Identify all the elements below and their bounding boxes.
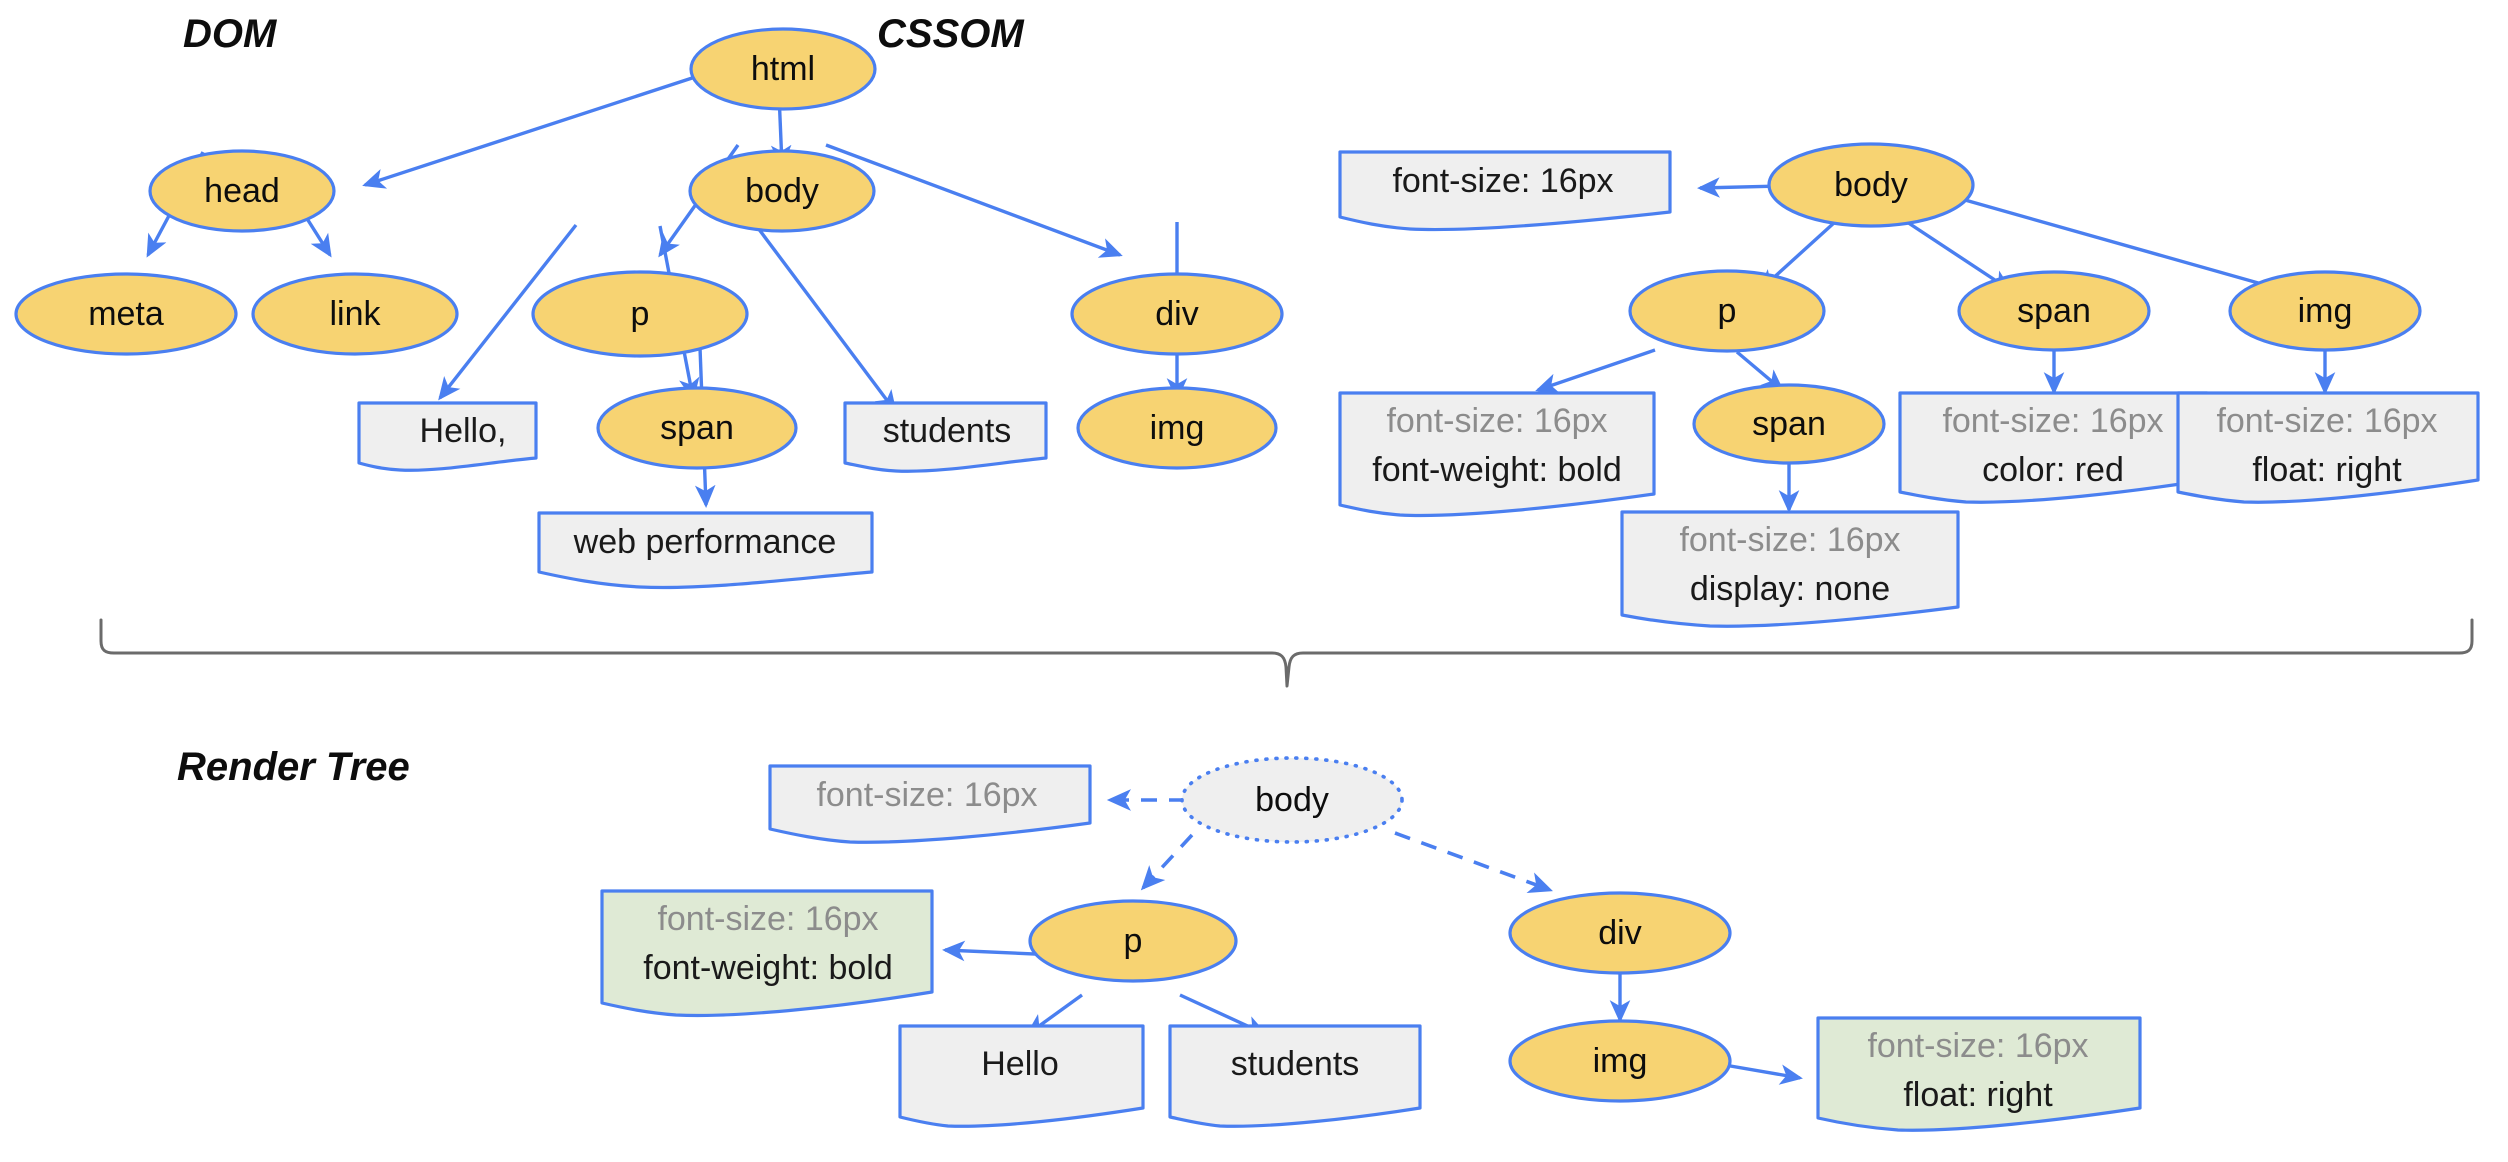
text-node-label: web performance: [573, 523, 837, 561]
render-rule-box-p[interactable]: font-size: 16px font-weight: bold: [600, 889, 934, 1018]
cssom-rule-box-span-child-of-p[interactable]: font-size: 16px display: none: [1620, 510, 1960, 628]
rule-inherited-line: font-size: 16px: [657, 900, 878, 938]
node-label: body: [1255, 781, 1329, 819]
node-label: span: [2017, 292, 2091, 330]
dom-node-body[interactable]: body: [688, 149, 876, 233]
rule-inherited-line: font-size: 16px: [816, 776, 1037, 814]
dom-node-meta[interactable]: meta: [14, 272, 238, 356]
cssom-node-span-child-of-p[interactable]: span: [1692, 383, 1886, 465]
node-label: p: [631, 295, 650, 333]
node-label: img: [1593, 1042, 1648, 1080]
cssom-section-title: CSSOM: [877, 12, 1025, 56]
rule-inherited-line: font-size: 16px: [1867, 1027, 2088, 1065]
rule-inherited-line: font-size: 16px: [1942, 402, 2163, 440]
node-label: img: [2298, 292, 2353, 330]
dom-node-div[interactable]: div: [1070, 272, 1284, 356]
node-label: body: [745, 172, 819, 210]
dom-node-head[interactable]: head: [148, 149, 336, 233]
node-label: body: [1834, 166, 1908, 204]
text-node-label: students: [1231, 1045, 1360, 1083]
rule-own-line: float: right: [2252, 451, 2402, 489]
cssom-rule-box-span[interactable]: font-size: 16px color: red: [1898, 391, 2209, 504]
rule-own-line: font-weight: bold: [1372, 451, 1622, 489]
cssom-rule-box-img[interactable]: font-size: 16px float: right: [2176, 391, 2480, 504]
merge-brace: [99, 618, 2474, 688]
node-label: meta: [88, 295, 164, 333]
render-node-div[interactable]: div: [1508, 891, 1732, 975]
edge-p-students: [750, 218, 897, 414]
edge-cssom-p-rule: [1535, 348, 1656, 394]
node-label: span: [660, 409, 734, 447]
dom-node-span[interactable]: span: [596, 386, 798, 470]
edge-render-body-div: [1394, 831, 1553, 894]
node-label: span: [1752, 405, 1826, 443]
rule-own-line: display: none: [1690, 570, 1890, 608]
rule-own-line: font-weight: bold: [643, 949, 893, 987]
dom-node-img[interactable]: img: [1076, 386, 1278, 470]
render-node-body[interactable]: body: [1180, 756, 1404, 844]
render-text-node-students[interactable]: students: [1168, 1024, 1422, 1128]
node-label: head: [204, 172, 280, 210]
node-label: img: [1150, 409, 1205, 447]
edge-render-body-p: [1140, 833, 1194, 891]
node-label: p: [1718, 292, 1737, 330]
render-text-node-hello[interactable]: Hello: [898, 1024, 1145, 1128]
dom-text-node-web-performance[interactable]: web performance: [537, 511, 874, 590]
render-rule-box-img[interactable]: font-size: 16px float: right: [1816, 1016, 2142, 1132]
render-node-p[interactable]: p: [1028, 899, 1238, 983]
rule-own-line: float: right: [1903, 1076, 2053, 1114]
cssom-rule-box-body[interactable]: font-size: 16px: [1338, 150, 1672, 232]
diagram-canvas: DOM CSSOM Render Tree html head body met…: [0, 0, 2508, 1162]
cssom-node-span[interactable]: span: [1957, 270, 2151, 352]
cssom-rule-box-p[interactable]: font-size: 16px font-weight: bold: [1338, 391, 1656, 518]
cssom-node-p[interactable]: p: [1628, 269, 1826, 353]
edge-html-head: [362, 62, 736, 189]
node-label: div: [1598, 914, 1641, 952]
rule-inherited-line: font-size: 16px: [1386, 402, 1607, 440]
node-label: p: [1124, 922, 1143, 960]
render-node-img[interactable]: img: [1508, 1019, 1732, 1103]
rule-own-line: color: red: [1982, 451, 2124, 489]
text-node-label: students: [883, 412, 1012, 450]
brace-path: [99, 618, 2474, 688]
dom-node-link[interactable]: link: [251, 272, 459, 356]
dom-node-html[interactable]: html: [689, 27, 877, 111]
text-node-label: Hello: [981, 1045, 1058, 1083]
rule-inherited-line: font-size: 16px: [1392, 162, 1613, 200]
render-section-title: Render Tree: [177, 745, 410, 789]
node-label: html: [751, 50, 815, 88]
rule-inherited-line: font-size: 16px: [2216, 402, 2437, 440]
dom-section-title: DOM: [183, 12, 278, 56]
cssom-node-body[interactable]: body: [1767, 142, 1975, 228]
critical-rendering-path-diagram: DOM CSSOM Render Tree html head body met…: [14, 12, 2480, 1132]
dom-text-node-students[interactable]: students: [843, 401, 1048, 473]
dom-node-p[interactable]: p: [531, 270, 749, 358]
rule-inherited-line: font-size: 16px: [1679, 521, 1900, 559]
node-label: link: [329, 295, 381, 333]
text-node-label: Hello,: [420, 412, 507, 450]
cssom-node-img[interactable]: img: [2228, 270, 2422, 352]
render-rule-box-body[interactable]: font-size: 16px: [768, 764, 1092, 844]
node-label: div: [1155, 295, 1198, 333]
dom-text-node-hello[interactable]: Hello,: [357, 401, 538, 472]
